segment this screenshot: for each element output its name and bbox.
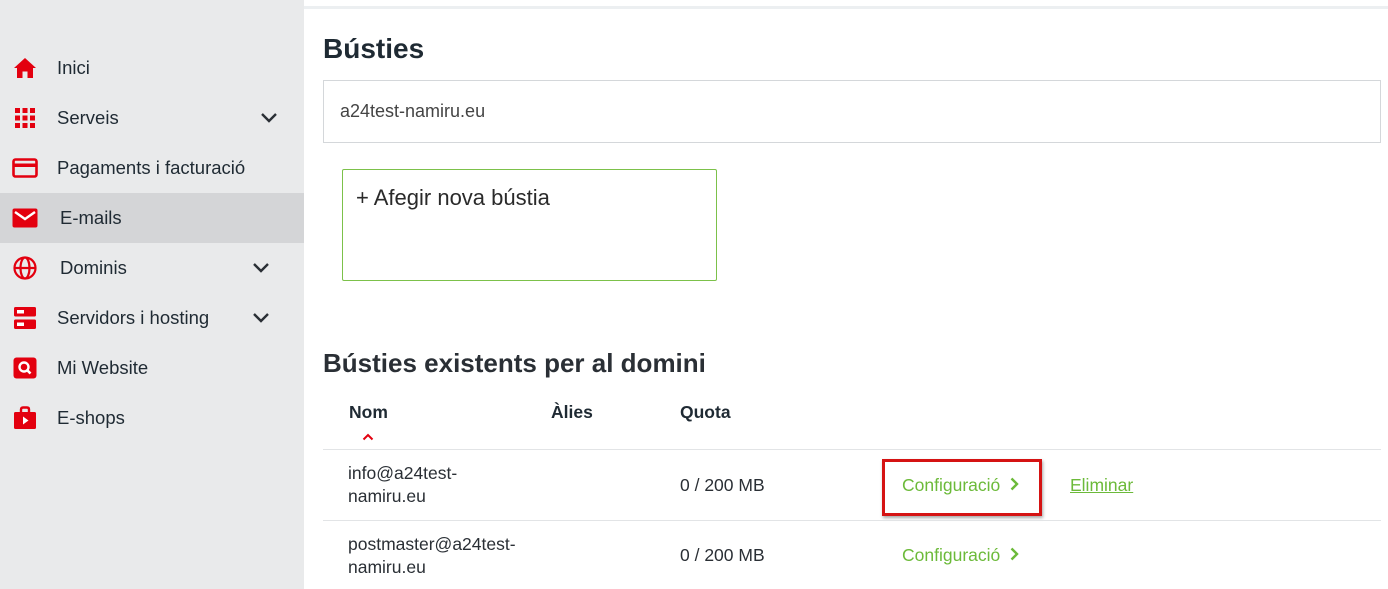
email-line-2: namiru.eu [348,486,426,506]
email-line-1: info@a24test- [348,463,458,483]
sidebar-item-dominis[interactable]: Dominis [0,243,304,293]
envelope-icon [12,205,38,231]
column-header-name[interactable]: Nom [349,402,388,423]
section-title: Bústies existents per al domini [323,348,706,378]
email-line-1: postmaster@a24test- [348,534,516,554]
mailbox-quota: 0 / 200 MB [680,475,765,495]
sidebar-item-emails[interactable]: E-mails [0,193,304,243]
server-icon [12,305,38,331]
mailbox-quota: 0 / 200 MB [680,545,765,565]
sort-ascending-icon[interactable] [362,428,374,446]
shopping-bag-icon [12,405,38,431]
sidebar-item-label: E-shops [57,407,125,428]
sidebar-item-label: Inici [57,57,90,78]
grid-icon [12,105,38,131]
credit-card-icon [12,155,38,181]
chevron-right-icon [1000,545,1019,566]
sidebar-item-label: Pagaments i facturació [57,157,246,178]
column-header-alias: Àlies [551,402,593,422]
add-mailbox-button[interactable]: + Afegir nova bústia [342,169,717,281]
sidebar-item-label: Mi Website [57,357,149,378]
domain-selector[interactable]: a24test-namiru.eu [323,80,1381,143]
sidebar-item-label: Servidors i hosting [57,307,210,328]
mailbox-email: info@a24test- namiru.eu [348,462,548,508]
domain-value: a24test-namiru.eu [340,101,486,121]
chevron-down-icon[interactable] [252,261,270,279]
sidebar: Inici Serveis Pagaments i facturació E-m… [0,0,304,589]
chevron-down-icon[interactable] [252,311,270,329]
table-divider [323,449,1381,450]
sidebar-item-label: Serveis [57,107,119,128]
email-line-2: namiru.eu [348,557,426,577]
configuration-label: Configuració [902,545,1001,565]
page-title: Bústies [323,33,425,64]
mailbox-email: postmaster@a24test- namiru.eu [348,533,548,579]
main-content: Bústies a24test-namiru.eu + Afegir nova … [304,0,1388,589]
highlight-box [882,459,1042,516]
sidebar-item-servidors[interactable]: Servidors i hosting [0,293,304,343]
column-header-quota: Quota [680,402,731,422]
header-divider [304,6,1388,9]
search-window-icon [12,355,38,381]
chevron-down-icon[interactable] [260,111,278,129]
sidebar-item-mi-website[interactable]: Mi Website [0,343,304,393]
table-divider [323,520,1381,521]
add-mailbox-label: + Afegir nova bústia [356,185,550,210]
sidebar-item-label: Dominis [60,257,127,278]
globe-icon [12,255,38,281]
sidebar-item-label: E-mails [60,207,122,228]
sidebar-item-inici[interactable]: Inici [0,43,304,93]
sidebar-item-e-shops[interactable]: E-shops [0,393,304,443]
home-icon [12,55,38,81]
sidebar-item-pagaments[interactable]: Pagaments i facturació [0,143,304,193]
sidebar-item-serveis[interactable]: Serveis [0,93,304,143]
configuration-link[interactable]: Configuració [902,545,1019,566]
delete-link[interactable]: Eliminar [1070,475,1133,496]
